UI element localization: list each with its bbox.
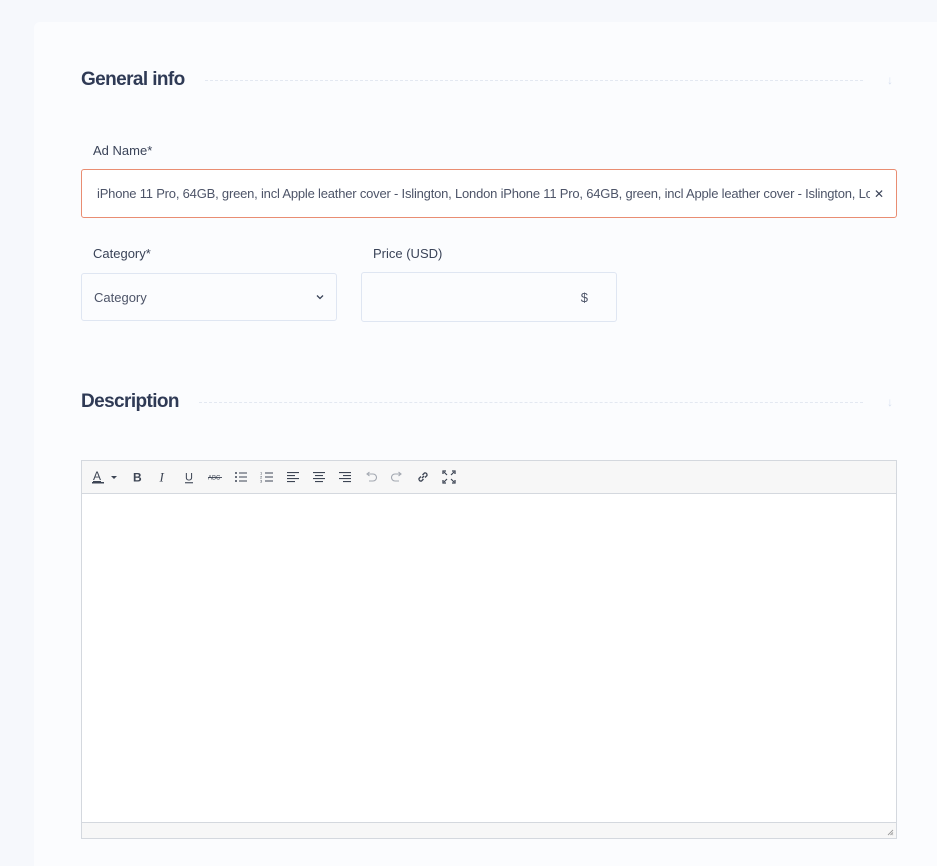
bullet-list-icon [235,472,247,482]
chevron-down-icon[interactable] [316,292,324,302]
description-header[interactable]: Description ↓ [81,389,897,415]
link-button[interactable] [410,464,436,490]
form-card: General info ↓ Ad Name* iPhone 11 Pro, 6… [34,22,937,866]
link-icon [418,472,428,482]
section-divider [198,401,863,403]
redo-button[interactable] [384,464,410,490]
currency-symbol: $ [580,289,588,305]
svg-text:I: I [159,470,165,484]
ad-name-input[interactable]: iPhone 11 Pro, 64GB, green, incl Apple l… [81,169,897,218]
category-placeholder: Category [94,289,147,305]
price-label: Price (USD) [373,246,443,261]
resize-handle-icon[interactable] [886,828,894,836]
align-right-icon [339,472,351,483]
category-select[interactable]: Category [81,273,337,321]
numbered-list-button[interactable]: 1 2 3 [254,464,280,490]
underline-button[interactable]: U [176,464,202,490]
svg-text:A: A [93,470,101,483]
ad-name-value[interactable]: iPhone 11 Pro, 64GB, green, incl Apple l… [97,186,870,201]
description-editor: A B I U ABC 1 2 3 [81,460,897,839]
price-input[interactable]: $ [361,272,617,322]
ad-name-label: Ad Name* [93,143,153,158]
bullet-list-button[interactable] [228,464,254,490]
svg-text:U: U [185,472,193,484]
fullscreen-button[interactable] [436,464,462,490]
strikethrough-icon: ABC [208,476,222,482]
bold-icon: B [133,471,142,485]
redo-icon [390,471,402,482]
underline-icon: U [185,472,193,484]
editor-statusbar [82,822,896,838]
editor-toolbar: A B I U ABC 1 2 3 [82,461,896,494]
italic-button[interactable]: I [150,464,176,490]
svg-text:ABC: ABC [208,476,221,482]
numbered-list-icon: 1 2 3 [260,471,273,484]
category-label: Category* [93,246,151,261]
general-info-title: General info [81,69,185,90]
arrow-down-icon[interactable]: ↓ [883,395,897,409]
arrow-down-icon[interactable]: ↓ [883,73,897,87]
fullscreen-icon [442,470,456,484]
align-right-button[interactable] [332,464,358,490]
description-content[interactable] [82,494,896,822]
align-left-icon [287,472,299,483]
undo-button[interactable] [358,464,384,490]
align-center-icon [313,472,325,483]
italic-icon: I [159,470,165,484]
close-icon[interactable]: ✕ [870,187,884,201]
svg-text:B: B [133,471,142,485]
undo-icon [366,471,378,482]
general-info-header[interactable]: General info ↓ [81,67,897,93]
svg-text:3: 3 [260,479,263,484]
text-color-button[interactable]: A [88,464,124,490]
section-divider [204,79,863,81]
strikethrough-button[interactable]: ABC [202,464,228,490]
description-title: Description [81,391,180,412]
align-center-button[interactable] [306,464,332,490]
align-left-button[interactable] [280,464,306,490]
bold-button[interactable]: B [124,464,150,490]
